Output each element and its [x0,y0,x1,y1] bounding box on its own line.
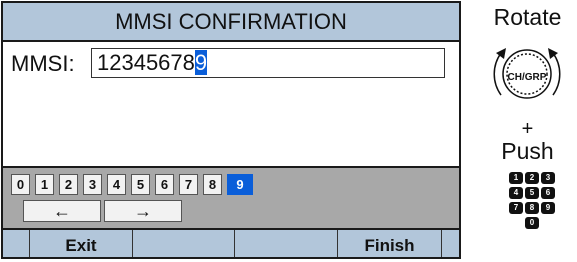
knob-label: CH/GRP [507,72,547,83]
mini-key-0: 0 [525,217,539,229]
control-guide: Rotate CH/GRP + Push 1 2 3 4 5 6 7 8 9 0 [478,0,577,262]
mini-key-4: 4 [509,187,523,199]
mmsi-input[interactable]: 123456789 [91,48,445,78]
mini-key-5: 5 [525,187,539,199]
softkey-exit[interactable]: Exit [30,230,133,257]
mini-key-6: 6 [541,187,555,199]
mini-key-2: 2 [525,172,539,184]
arrow-left-button[interactable]: ← [23,200,101,222]
mmsi-value: 12345678 [97,50,195,75]
radio-screen: MMSI CONFIRMATION MMSI: 123456789 0 1 2 … [1,1,461,259]
digit-key-9[interactable]: 9 [227,174,253,195]
digit-key-1[interactable]: 1 [35,174,54,195]
mini-key-8: 8 [525,202,539,214]
digit-key-3[interactable]: 3 [83,174,102,195]
screen-title: MMSI CONFIRMATION [3,3,459,42]
mini-key-1: 1 [509,172,523,184]
softkey-2[interactable] [133,230,235,257]
digit-key-6[interactable]: 6 [155,174,174,195]
digit-key-0[interactable]: 0 [11,174,30,195]
digit-key-5[interactable]: 5 [131,174,150,195]
digit-keypad: 0 1 2 3 4 5 6 7 8 9 ← → [3,166,459,228]
softkey-3[interactable] [235,230,338,257]
softkey-finish[interactable]: Finish [338,230,442,257]
softkey-spacer-left [3,230,30,257]
mmsi-cursor-digit: 9 [194,50,208,75]
mini-key-3: 3 [541,172,555,184]
softkey-bar: Exit Finish [3,228,459,257]
mmsi-label: MMSI: [11,51,75,76]
digit-key-8[interactable]: 8 [203,174,222,195]
arrow-right-button[interactable]: → [104,200,182,222]
rotate-label: Rotate [493,4,562,30]
mini-key-7: 7 [509,202,523,214]
digit-key-4[interactable]: 4 [107,174,126,195]
push-label: Push [501,138,554,164]
digit-key-7[interactable]: 7 [179,174,198,195]
digit-key-2[interactable]: 2 [59,174,78,195]
mini-key-9: 9 [541,202,555,214]
